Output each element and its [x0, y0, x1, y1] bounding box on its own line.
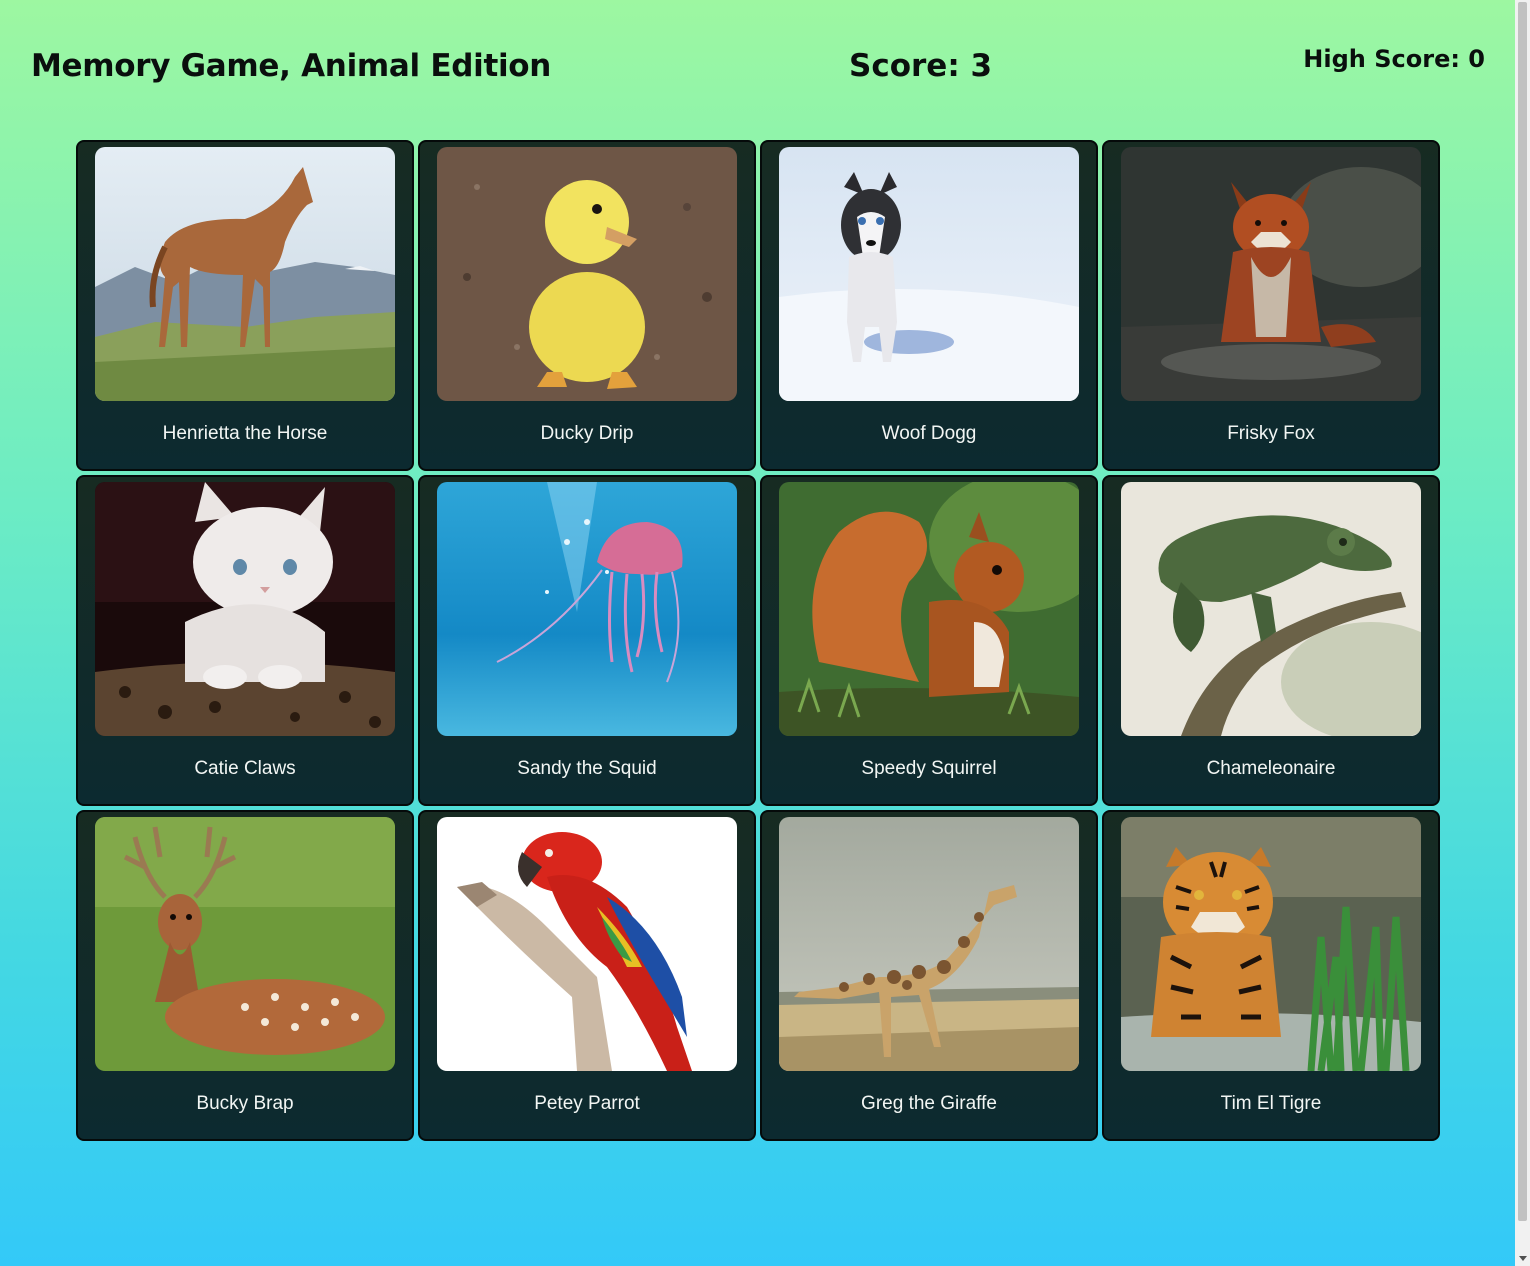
card-grid: Henrietta the Horse Ducky Drip Woof Dogg…: [76, 140, 1440, 1141]
animal-card[interactable]: Petey Parrot: [418, 810, 756, 1141]
card-label: Greg the Giraffe: [861, 1093, 997, 1114]
animal-card[interactable]: Tim El Tigre: [1102, 810, 1440, 1141]
high-score-display: High Score: 0: [1303, 45, 1485, 73]
card-label: Tim El Tigre: [1220, 1093, 1322, 1114]
card-label: Sandy the Squid: [517, 758, 657, 779]
card-label: Frisky Fox: [1227, 423, 1315, 444]
animal-card[interactable]: Woof Dogg: [760, 140, 1098, 471]
card-label: Petey Parrot: [534, 1093, 640, 1114]
animal-card[interactable]: Sandy the Squid: [418, 475, 756, 806]
game-title: Memory Game, Animal Edition: [31, 48, 552, 84]
score-display: Score: 3: [849, 48, 993, 84]
card-label: Woof Dogg: [881, 423, 977, 444]
vertical-scrollbar[interactable]: [1515, 0, 1530, 1266]
animal-card[interactable]: Catie Claws: [76, 475, 414, 806]
scrollbar-thumb[interactable]: [1518, 2, 1527, 1221]
horse-photo: [95, 147, 395, 401]
jellyfish-photo: [437, 482, 737, 736]
animal-card[interactable]: Frisky Fox: [1102, 140, 1440, 471]
giraffe-photo: [779, 817, 1079, 1071]
animal-card[interactable]: Ducky Drip: [418, 140, 756, 471]
card-label: Bucky Brap: [196, 1093, 294, 1114]
animal-card[interactable]: Bucky Brap: [76, 810, 414, 1141]
parrot-photo: [437, 817, 737, 1071]
card-label: Chameleonaire: [1206, 758, 1336, 779]
animal-card[interactable]: Chameleonaire: [1102, 475, 1440, 806]
scroll-down-arrow-icon[interactable]: [1519, 1256, 1527, 1261]
card-label: Ducky Drip: [540, 423, 634, 444]
game-page: Memory Game, Animal Edition Score: 3 Hig…: [0, 0, 1515, 1266]
card-label: Catie Claws: [194, 758, 296, 779]
husky-photo: [779, 147, 1079, 401]
animal-card[interactable]: Speedy Squirrel: [760, 475, 1098, 806]
squirrel-photo: [779, 482, 1079, 736]
animal-card[interactable]: Henrietta the Horse: [76, 140, 414, 471]
duckling-photo: [437, 147, 737, 401]
fox-photo: [1121, 147, 1421, 401]
card-label: Speedy Squirrel: [861, 758, 997, 779]
game-header: Memory Game, Animal Edition Score: 3 Hig…: [0, 0, 1515, 130]
tiger-photo: [1121, 817, 1421, 1071]
deer-photo: [95, 817, 395, 1071]
animal-card[interactable]: Greg the Giraffe: [760, 810, 1098, 1141]
card-label: Henrietta the Horse: [162, 423, 328, 444]
kitten-photo: [95, 482, 395, 736]
chameleon-photo: [1121, 482, 1421, 736]
